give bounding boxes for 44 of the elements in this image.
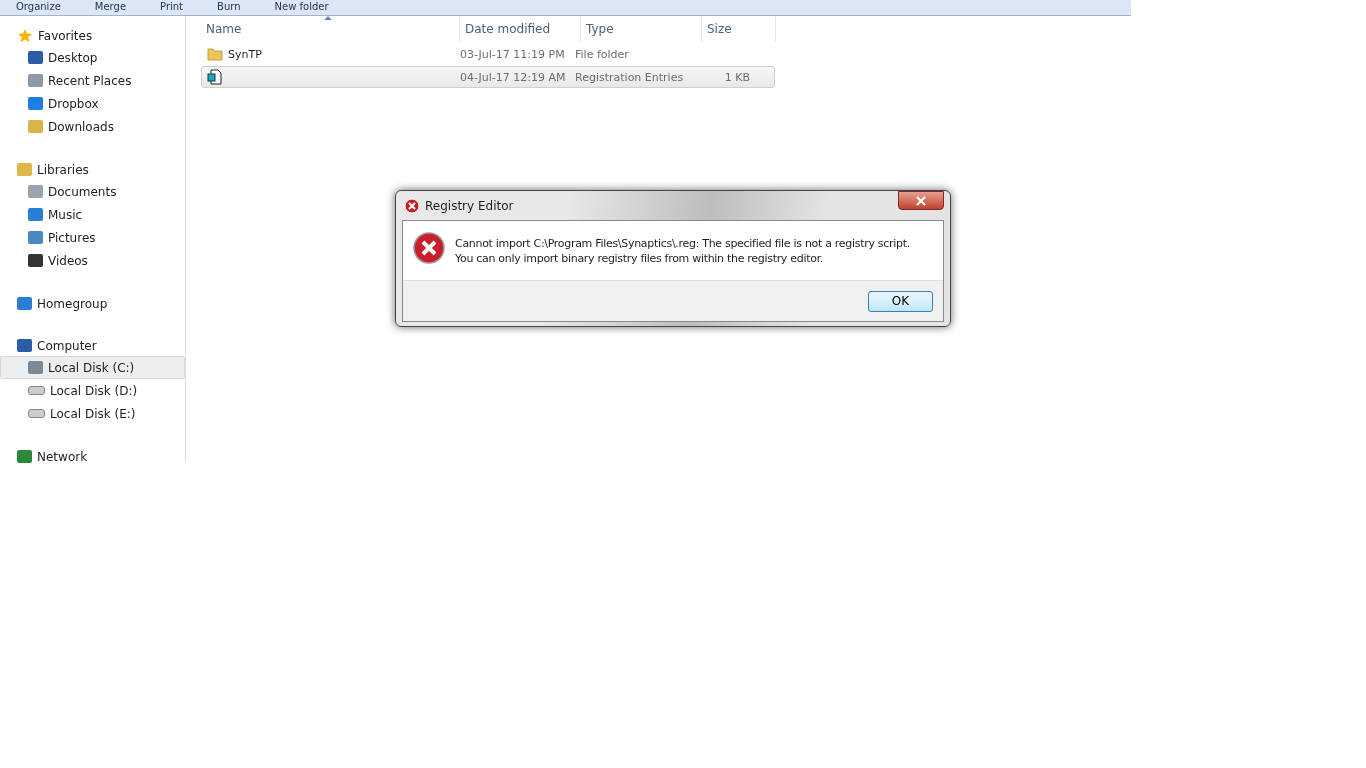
toolbar-button[interactable]: Burn [217, 0, 241, 15]
close-button[interactable] [898, 191, 944, 210]
folder-icon [207, 46, 223, 62]
nav-item[interactable]: Downloads [0, 115, 185, 138]
nav-group[interactable]: Libraries [0, 159, 185, 180]
error-icon [413, 232, 445, 264]
nav-item[interactable]: Local Disk (D:) [0, 379, 185, 402]
date-cell-text: 04-Jul-17 12:19 AM [459, 70, 567, 84]
registry-file-icon [207, 69, 223, 85]
nav-item[interactable]: Pictures [0, 226, 185, 249]
nav-group[interactable]: Network [0, 446, 185, 467]
error-message: You can only import binary registry files from within the registry editor. [455, 251, 825, 266]
size-cell: 1 KB [724, 70, 750, 84]
toolbar-button[interactable]: New folder [274, 0, 329, 15]
date-cell-text: 03-Jul-17 11:19 PM [459, 47, 566, 61]
file-name: SynTP [228, 47, 262, 61]
error-icon [404, 197, 420, 214]
dialog-title: Registry Editor [425, 198, 514, 213]
column-header[interactable]: Type [581, 16, 702, 42]
nav-item[interactable]: Local Disk (E:) [0, 402, 185, 425]
nav-item[interactable]: Videos [0, 249, 185, 272]
ok-button[interactable]: OK [868, 290, 933, 312]
file-row[interactable]: SynTP 03-Jul-17 11:19 PM File folder [201, 43, 775, 65]
nav-group[interactable]: Homegroup [0, 293, 185, 314]
toolbar-button[interactable]: Print [160, 0, 184, 15]
toolbar-button[interactable]: Organize [16, 0, 61, 15]
nav-item[interactable]: Recent Places [0, 69, 185, 92]
nav-item[interactable]: Desktop [0, 46, 185, 69]
nav-item[interactable]: Documents [0, 180, 185, 203]
nav-group[interactable]: Computer [0, 335, 185, 356]
type-cell-text: File folder [574, 47, 630, 61]
star-icon [17, 27, 33, 44]
close-icon [916, 195, 926, 206]
nav-item[interactable]: Local Disk (C:) [0, 356, 185, 379]
error-message: Cannot import C:\Program Files\Synaptics\.reg: The specified file is not a registry script. [455, 236, 910, 251]
sort-arrow-icon [324, 16, 332, 20]
nav-group[interactable]: Favorites [0, 25, 185, 46]
toolbar-button[interactable]: Merge [94, 0, 127, 15]
file-row[interactable]: 04-Jul-17 12:19 AM Registration Entries 1 KB [201, 66, 775, 88]
column-header[interactable]: Date modified [460, 16, 581, 42]
nav-item[interactable]: Music [0, 203, 185, 226]
type-cell-text: Registration Entries [574, 70, 685, 84]
column-header[interactable]: Size [702, 16, 776, 42]
nav-item[interactable]: Dropbox [0, 92, 185, 115]
